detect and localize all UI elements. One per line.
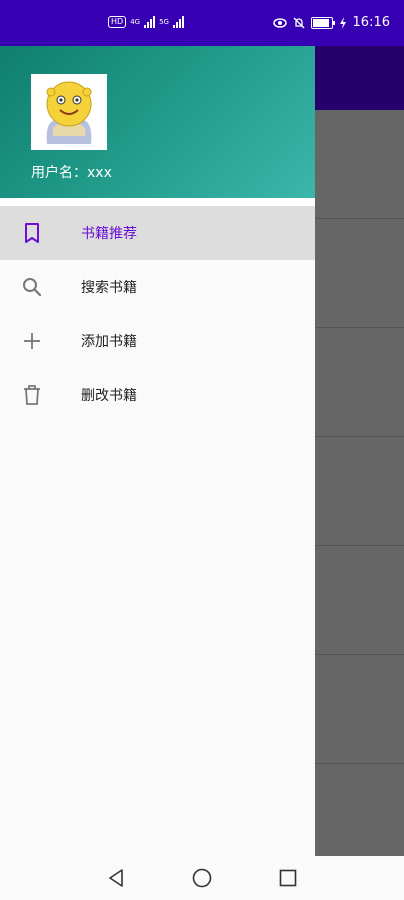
- drawer-menu: 书籍推荐 搜索书籍 添加书籍 删改书籍: [0, 206, 315, 422]
- signal-2-label: 5G: [159, 18, 169, 26]
- background-toolbar: [315, 46, 404, 110]
- divider: [315, 436, 404, 437]
- recents-icon[interactable]: [276, 866, 300, 890]
- charging-icon: [339, 16, 346, 29]
- network-indicators: HD 4G 5G: [108, 16, 184, 28]
- menu-item-edit-delete[interactable]: 删改书籍: [0, 368, 315, 422]
- plus-icon: [24, 333, 40, 349]
- signal-icon: [144, 16, 156, 28]
- avatar-cartoon-icon: [31, 74, 107, 150]
- menu-item-label: 搜索书籍: [81, 280, 137, 296]
- signal-icon-2: [172, 16, 184, 28]
- menu-item-label: 删改书籍: [81, 388, 137, 404]
- bookmark-icon: [25, 223, 39, 243]
- system-nav-bar: [0, 856, 404, 900]
- divider: [315, 327, 404, 328]
- divider: [315, 545, 404, 546]
- divider: [315, 218, 404, 219]
- network-badge: HD: [108, 16, 127, 28]
- username-label: 用户名：xxx: [31, 165, 112, 181]
- background-app-scrim[interactable]: [315, 46, 404, 856]
- back-icon[interactable]: [104, 866, 128, 890]
- status-right: 16:16: [272, 15, 390, 30]
- divider: [315, 654, 404, 655]
- battery-icon: [310, 16, 335, 29]
- clock: 16:16: [352, 15, 390, 30]
- bell-off-icon: [293, 17, 304, 28]
- drawer-header: 用户名：xxx: [0, 46, 315, 198]
- eye-icon: [272, 17, 287, 28]
- status-bar: HD 4G 5G 16:16: [0, 0, 404, 46]
- menu-item-recommend[interactable]: 书籍推荐: [0, 206, 315, 260]
- home-icon[interactable]: [190, 866, 214, 890]
- search-icon: [23, 278, 42, 297]
- menu-item-add[interactable]: 添加书籍: [0, 314, 315, 368]
- trash-icon: [24, 385, 40, 405]
- signal-1-label: 4G: [130, 18, 141, 26]
- menu-item-search[interactable]: 搜索书籍: [0, 260, 315, 314]
- navigation-drawer: 用户名：xxx 书籍推荐 搜索书籍 添加书籍 删改书籍: [0, 46, 315, 856]
- divider: [315, 763, 404, 764]
- menu-item-label: 添加书籍: [81, 334, 137, 350]
- header-separator: [0, 198, 315, 206]
- avatar[interactable]: [31, 74, 107, 150]
- menu-item-label: 书籍推荐: [81, 226, 137, 242]
